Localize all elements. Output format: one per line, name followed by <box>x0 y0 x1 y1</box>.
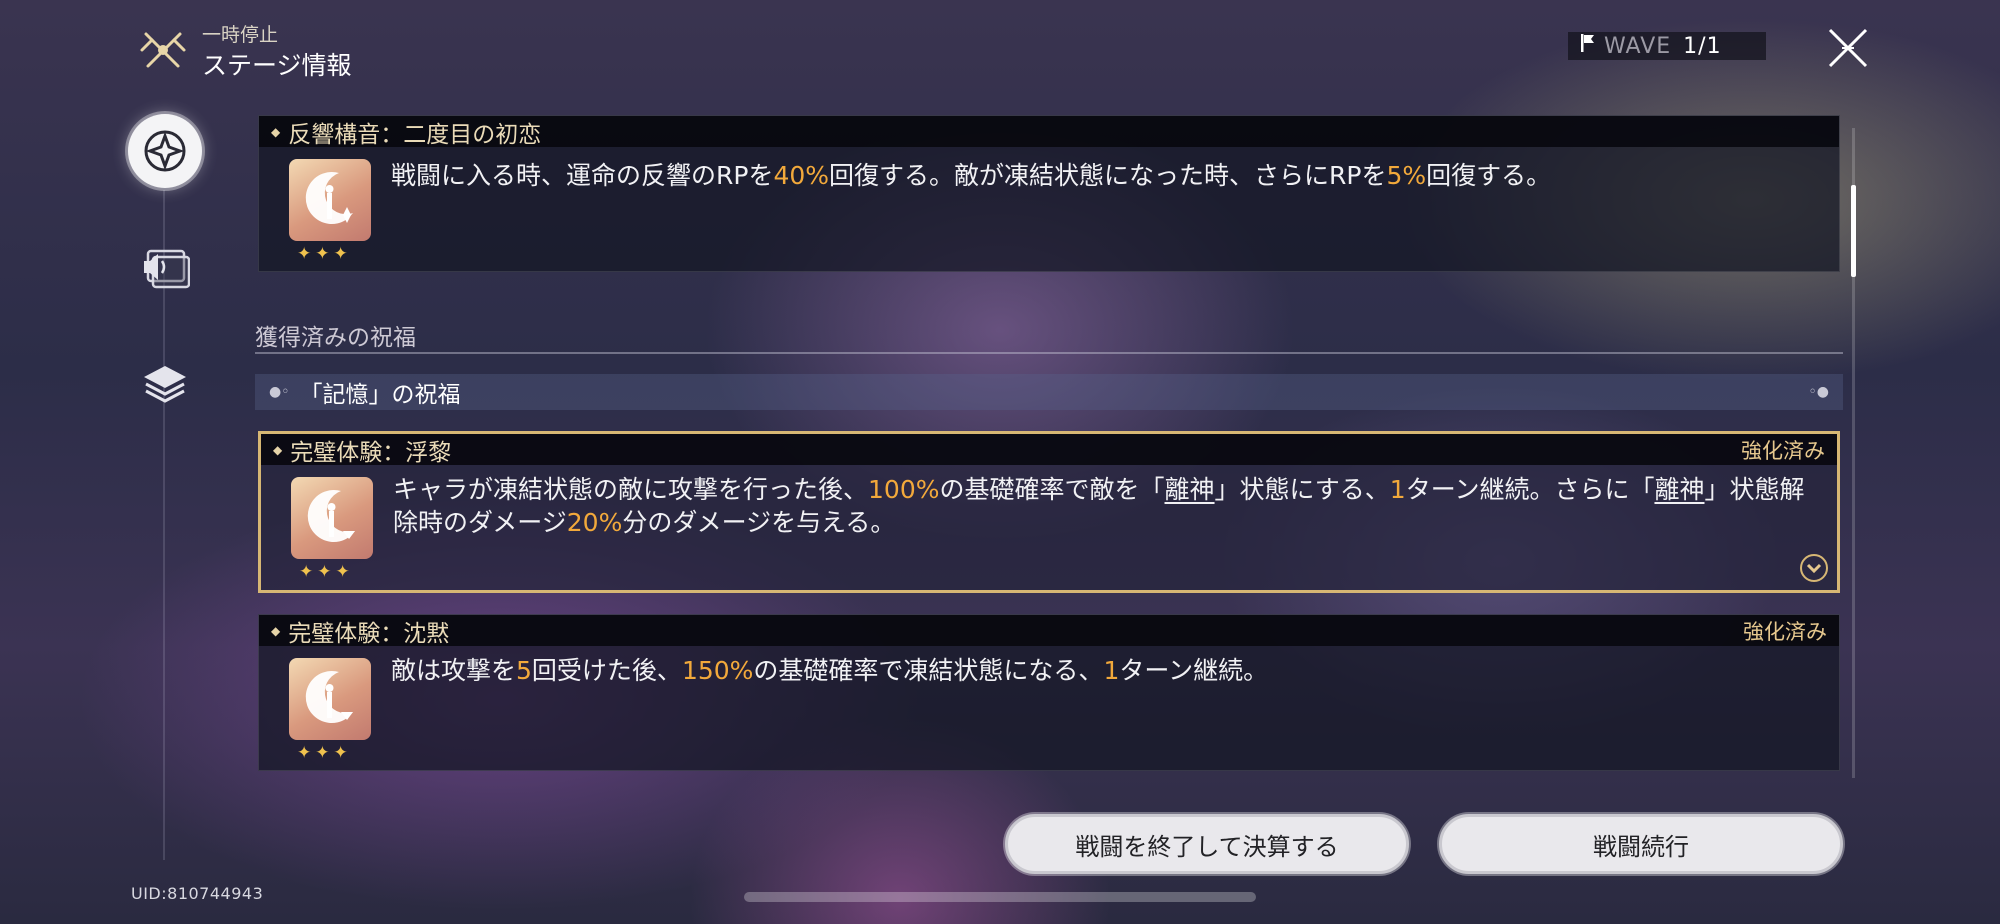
close-icon <box>1828 28 1868 68</box>
sidebar-item-audio[interactable] <box>133 238 197 302</box>
rarity-stars: ✦✦✦ <box>299 562 354 582</box>
card-header: ◆ 完璧体験：浮黎 強化済み <box>261 434 1837 466</box>
home-indicator[interactable] <box>744 892 1256 902</box>
bullet-icon: ◆ <box>271 623 281 638</box>
expand-button[interactable] <box>1800 554 1828 582</box>
section-title: 獲得済みの祝福 <box>255 325 416 351</box>
card-title: 反響構音：二度目の初恋 <box>288 121 542 148</box>
chevron-down-icon <box>1806 563 1822 574</box>
keyword-link[interactable]: 離神 <box>1654 475 1704 504</box>
compass-star-icon <box>144 130 186 172</box>
enhanced-badge: 強化済み <box>1743 619 1827 644</box>
blessing-icon <box>289 159 371 241</box>
close-button[interactable] <box>1826 26 1870 70</box>
card-header: ◆ 完璧体験：沈黙 強化済み <box>259 615 1839 647</box>
page-title: ステージ情報 <box>202 51 352 80</box>
bullet-icon: ◆ <box>271 124 281 139</box>
rarity-stars: ✦✦✦ <box>297 244 352 264</box>
sidebar-item-layers[interactable] <box>133 352 197 416</box>
pause-label: 一時停止 <box>202 24 279 46</box>
group-deco-icon: ◦● <box>1808 384 1829 400</box>
layers-icon <box>144 366 186 403</box>
user-id: UID:810744943 <box>131 884 264 903</box>
blessing-card-fuli[interactable]: ◆ 完璧体験：浮黎 強化済み ✦✦✦ キャラが凍結状態の敵に攻撃を行った後、10… <box>258 431 1840 593</box>
stage-emblem-icon <box>138 26 188 76</box>
group-label: 「記憶」の祝福 <box>299 382 461 408</box>
card-header: ◆ 反響構音：二度目の初恋 <box>259 116 1839 148</box>
section-divider <box>255 352 1843 354</box>
enhanced-badge: 強化済み <box>1741 438 1825 463</box>
end-battle-button[interactable]: 戦闘を終了して決算する <box>1005 814 1409 874</box>
bullet-icon: ◆ <box>273 442 283 457</box>
wave-value: 1/1 <box>1683 33 1722 59</box>
card-description: 戦闘に入る時、運命の反響のRPを40%回復する。敵が凍結状態になった時、さらにR… <box>391 161 1552 190</box>
continue-battle-button[interactable]: 戦闘続行 <box>1439 814 1843 874</box>
rarity-stars: ✦✦✦ <box>297 743 352 763</box>
card-title: 完璧体験：沈黙 <box>288 620 450 647</box>
keyword-link[interactable]: 離神 <box>1165 475 1215 504</box>
card-description: 敵は攻撃を5回受けた後、150%の基礎確率で凍結状態になる、1ターン継続。 <box>391 656 1269 685</box>
card-description: キャラが凍結状態の敵に攻撃を行った後、100%の基礎確率で敵を「離神」状態にする… <box>393 475 1805 537</box>
blessing-card-echo[interactable]: ◆ 反響構音：二度目の初恋 ✦✦✦ 戦闘に入る時、運命の反響のRPを40%回復す… <box>258 115 1840 272</box>
sidebar-item-blessing[interactable] <box>128 114 202 188</box>
blessing-card-silence[interactable]: ◆ 完璧体験：沈黙 強化済み ✦✦✦ 敵は攻撃を5回受けた後、150%の基礎確率… <box>258 614 1840 771</box>
card-title: 完璧体験：浮黎 <box>290 439 452 466</box>
flag-icon <box>1580 33 1596 59</box>
wave-label: WAVE <box>1604 33 1672 59</box>
blessing-icon <box>291 477 373 559</box>
blessing-icon <box>289 658 371 740</box>
blessing-group-header: ●◦ 「記憶」の祝福 ◦● <box>255 374 1843 410</box>
speaker-cards-icon <box>144 249 190 289</box>
wave-indicator: WAVE 1/1 <box>1568 32 1766 60</box>
scrollbar-thumb[interactable] <box>1851 185 1856 277</box>
group-deco-icon: ●◦ <box>269 384 290 400</box>
